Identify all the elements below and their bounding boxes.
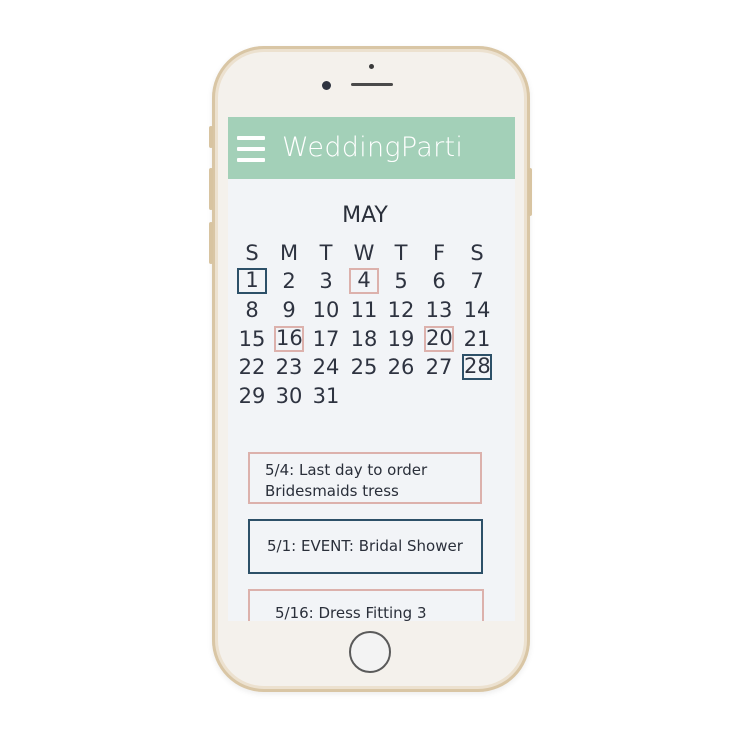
calendar-day[interactable]: 2 [274,268,304,294]
calendar-day[interactable]: 20 [424,326,454,352]
calendar-day[interactable]: 16 [274,326,304,352]
calendar-day[interactable]: 30 [274,383,304,409]
home-button[interactable] [349,631,391,673]
calendar-day[interactable]: 14 [462,297,492,323]
weekday-header: T [394,241,408,265]
calendar-day[interactable]: 29 [237,383,267,409]
event-card[interactable]: 5/16: Dress Fitting 3 [248,589,484,621]
calendar-day[interactable]: 12 [386,297,416,323]
app-header: WeddingParti [228,117,515,179]
calendar-day[interactable]: 17 [311,326,341,352]
sensor-dot [369,64,374,69]
calendar-day[interactable]: 13 [424,297,454,323]
calendar-day[interactable]: 31 [311,383,341,409]
weekday-header: T [319,241,333,265]
event-text: 5/1: EVENT: Bridal Shower [267,537,463,555]
calendar-day[interactable]: 9 [274,297,304,323]
mute-switch [209,126,213,148]
calendar-day[interactable]: 15 [237,326,267,352]
hamburger-menu-icon[interactable] [237,136,265,162]
calendar-day[interactable]: 10 [311,297,341,323]
event-card[interactable]: 5/1: EVENT: Bridal Shower [248,519,483,574]
app-screen: WeddingParti MAY S M T W T F S 1 2 3 4 5 6 7 8 9 10 11 12 1… [228,117,515,621]
month-title: MAY [342,203,388,228]
front-camera [322,81,331,90]
event-text: 5/4: Last day to order Bridesmaids tress [265,461,428,500]
weekday-header: F [432,241,446,265]
calendar-day[interactable]: 4 [349,268,379,294]
calendar-day[interactable]: 26 [386,354,416,380]
calendar-day[interactable]: 23 [274,354,304,380]
calendar-day[interactable]: 28 [462,354,492,380]
calendar-day[interactable]: 22 [237,354,267,380]
event-text: 5/16: Dress Fitting 3 [275,604,427,621]
weekday-header: M [279,241,299,265]
calendar-day[interactable]: 19 [386,326,416,352]
calendar-day[interactable]: 5 [386,268,416,294]
calendar-day[interactable]: 24 [311,354,341,380]
calendar-day[interactable]: 27 [424,354,454,380]
power-button [528,168,532,216]
calendar-day[interactable]: 25 [349,354,379,380]
calendar-day[interactable]: 6 [424,268,454,294]
calendar-day[interactable]: 11 [349,297,379,323]
app-title: WeddingParti [282,132,464,163]
weekday-header: W [353,241,375,265]
calendar-day[interactable]: 3 [311,268,341,294]
earpiece-speaker [351,83,393,86]
weekday-header: S [245,241,259,265]
calendar-day[interactable]: 1 [237,268,267,294]
calendar-day[interactable]: 18 [349,326,379,352]
weekday-header: S [470,241,484,265]
event-card[interactable]: 5/4: Last day to order Bridesmaids tress [248,452,482,504]
volume-up-button [209,168,213,210]
volume-down-button [209,222,213,264]
calendar-day[interactable]: 21 [462,326,492,352]
calendar-day[interactable]: 7 [462,268,492,294]
calendar-day[interactable]: 8 [237,297,267,323]
